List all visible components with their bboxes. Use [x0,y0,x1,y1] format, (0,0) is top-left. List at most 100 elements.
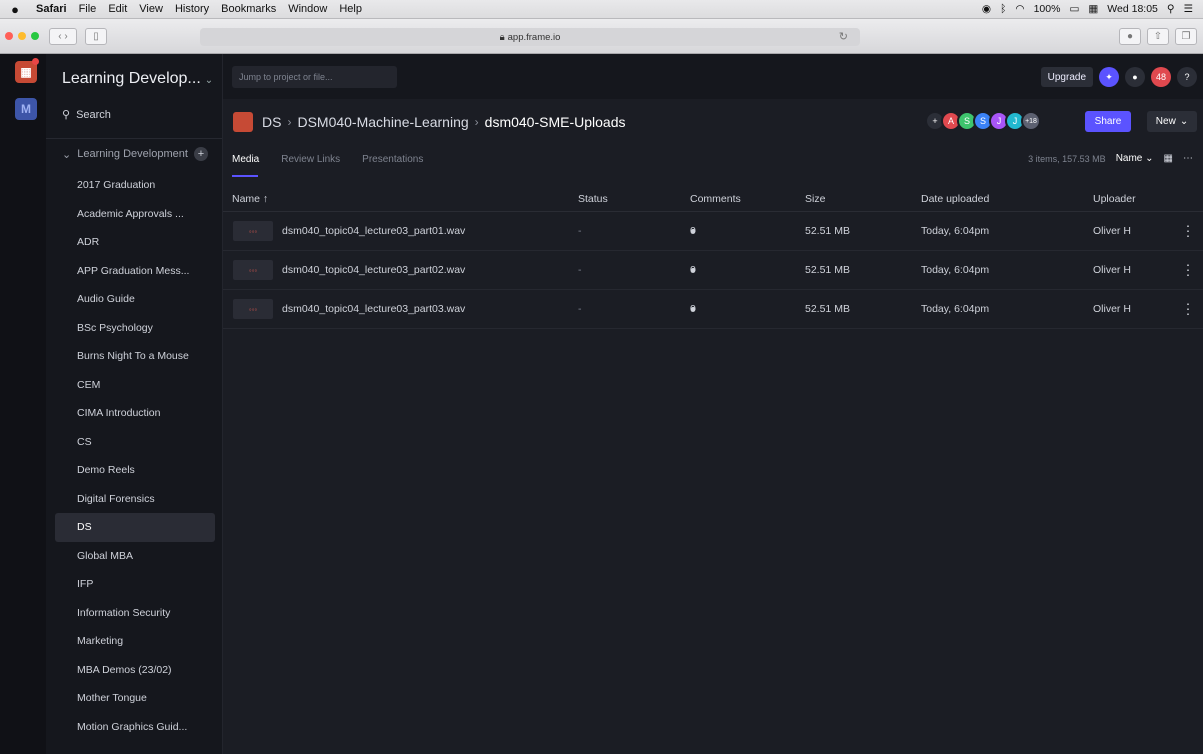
add-project-button[interactable]: + [193,147,208,161]
sidebar-item[interactable]: DS [55,513,215,542]
table-row[interactable]: ◦◦◦ dsm040_topic04_lecture03_part01.wav - ●… [223,212,1203,251]
window-controls [5,32,39,40]
sidebar-toggle-button[interactable]: ▯ [85,27,107,45]
close-window-button[interactable] [5,32,13,40]
table-row[interactable]: ◦◦◦ dsm040_topic04_lecture03_part03.wav - ●… [223,290,1203,329]
upload-date: Today, 6:04pm [921,264,990,276]
file-status[interactable]: - [578,303,582,315]
apple-menu-icon[interactable]: ● [0,2,30,17]
file-status[interactable]: - [578,264,582,276]
col-name[interactable]: Name ↑ [232,193,268,205]
more-collaborators-badge[interactable]: +18 [1021,111,1041,131]
sidebar-item[interactable]: Demo Reels [55,456,215,485]
sidebar-item[interactable]: CIMA Introduction [55,399,215,428]
sidebar-item[interactable]: APP Graduation Mess... [55,257,215,286]
new-button[interactable]: New ⌄ [1147,111,1197,132]
sidebar-item[interactable]: Burns Night To a Mouse [55,342,215,371]
flag-icon[interactable]: ▦ [1088,3,1098,15]
status-icon[interactable]: ◉ [982,3,991,15]
user-icon[interactable]: ● [1125,67,1145,87]
col-uploader[interactable]: Uploader [1093,193,1136,205]
sort-dropdown[interactable]: Name ⌄ [1116,153,1154,164]
sidebar-item[interactable]: Marketing [55,627,215,656]
wifi-icon[interactable]: ◠ [1015,3,1024,15]
file-name[interactable]: dsm040_topic04_lecture03_part01.wav [282,225,465,237]
back-forward-button[interactable]: ‹ › [49,27,77,45]
minimize-window-button[interactable] [18,32,26,40]
breadcrumb-root[interactable]: DS [262,114,281,130]
sidebar-item[interactable]: IFP [55,570,215,599]
audio-waveform-icon[interactable]: ◦◦◦ [233,260,273,280]
upgrade-button[interactable]: Upgrade [1040,67,1093,87]
row-menu-icon[interactable]: ⋮ [1181,223,1195,240]
sidebar-item[interactable]: BSc Psychology [55,314,215,343]
tabs-button[interactable]: ❐ [1175,28,1197,45]
file-name[interactable]: dsm040_topic04_lecture03_part03.wav [282,303,465,315]
tab-presentations[interactable]: Presentations [362,154,423,165]
tab-review-links[interactable]: Review Links [281,154,340,165]
menu-help[interactable]: Help [333,3,368,15]
help-button[interactable]: ? [1177,67,1197,87]
uploader-name: Oliver H [1093,264,1131,276]
sidebar-item[interactable]: Mother Tongue [55,684,215,713]
sidebar-item[interactable]: Information Security [55,599,215,628]
spotlight-icon[interactable]: ⚲ [1167,3,1175,15]
col-size[interactable]: Size [805,193,825,205]
sidebar-item[interactable]: 2017 Graduation [55,171,215,200]
audio-waveform-icon[interactable]: ◦◦◦ [233,299,273,319]
share-page-button[interactable]: ⇧ [1147,28,1169,45]
share-button[interactable]: Share [1085,111,1131,132]
sidebar-item[interactable]: CEM [55,371,215,400]
address-bar[interactable]: 🔒︎ app.frame.io ↻ [200,28,860,46]
project-switcher[interactable]: Learning Develop... ⌄ [62,70,213,88]
menu-bookmarks[interactable]: Bookmarks [215,3,282,15]
menu-window[interactable]: Window [282,3,333,15]
sidebar-item[interactable]: Global MBA [55,542,215,571]
audio-waveform-icon[interactable]: ◦◦◦ [233,221,273,241]
sidebar-item[interactable]: Digital Forensics [55,485,215,514]
menu-file[interactable]: File [73,3,103,15]
grid-view-icon[interactable]: ▦ [1164,153,1173,164]
tab-media[interactable]: Media [232,154,259,165]
breadcrumb-folder[interactable]: DSM040-Machine-Learning [297,114,468,130]
menu-history[interactable]: History [169,3,215,15]
upload-date: Today, 6:04pm [921,303,990,315]
table-header: Name ↑ Status Comments Size Date uploade… [223,186,1203,212]
sidebar-item[interactable]: Motion Graphics Guid... [55,713,215,742]
battery-icon[interactable]: ▭ [1069,3,1079,15]
col-date-uploaded[interactable]: Date uploaded [921,193,989,205]
battery-percent[interactable]: 100% [1034,3,1061,15]
breadcrumb: DS › DSM040-Machine-Learning › dsm040-SM… [233,112,626,132]
zoom-window-button[interactable] [31,32,39,40]
sidebar-item[interactable]: CS [55,428,215,457]
extension-button[interactable]: ● [1119,28,1141,45]
col-status[interactable]: Status [578,193,608,205]
sidebar-item[interactable]: Audio Guide [55,285,215,314]
gift-icon[interactable]: ✦ [1099,67,1119,87]
menu-view[interactable]: View [133,3,169,15]
table-row[interactable]: ◦◦◦ dsm040_topic04_lecture03_part02.wav - ●… [223,251,1203,290]
clock[interactable]: Wed 18:05 [1107,3,1158,15]
team-header[interactable]: ⌄ Learning Development + [62,147,208,161]
topbar-actions: Upgrade ✦ ● 48 ? [1040,67,1197,87]
jump-to-input[interactable]: Jump to project or file... [232,66,397,88]
sidebar-item[interactable]: ADR [55,228,215,257]
more-options-icon[interactable]: ⋯ [1183,153,1193,164]
workspace-m-button[interactable]: M [15,98,37,120]
menu-safari[interactable]: Safari [30,3,73,15]
file-name[interactable]: dsm040_topic04_lecture03_part02.wav [282,264,465,276]
new-label: New [1155,116,1176,127]
sort-label: Name [1115,153,1143,164]
notification-center-icon[interactable]: ☰ [1184,3,1193,15]
reload-icon[interactable]: ↻ [839,30,848,43]
col-comments[interactable]: Comments [690,193,741,205]
row-menu-icon[interactable]: ⋮ [1181,262,1195,279]
sidebar-search[interactable]: ⚲ Search [62,108,111,122]
bluetooth-icon[interactable]: ᛒ [1000,3,1006,15]
file-status[interactable]: - [578,225,582,237]
row-menu-icon[interactable]: ⋮ [1181,301,1195,318]
notifications-badge[interactable]: 48 [1151,67,1171,87]
menu-edit[interactable]: Edit [102,3,133,15]
sidebar-item[interactable]: MBA Demos (23/02) [55,656,215,685]
sidebar-item[interactable]: Academic Approvals ... [55,200,215,229]
